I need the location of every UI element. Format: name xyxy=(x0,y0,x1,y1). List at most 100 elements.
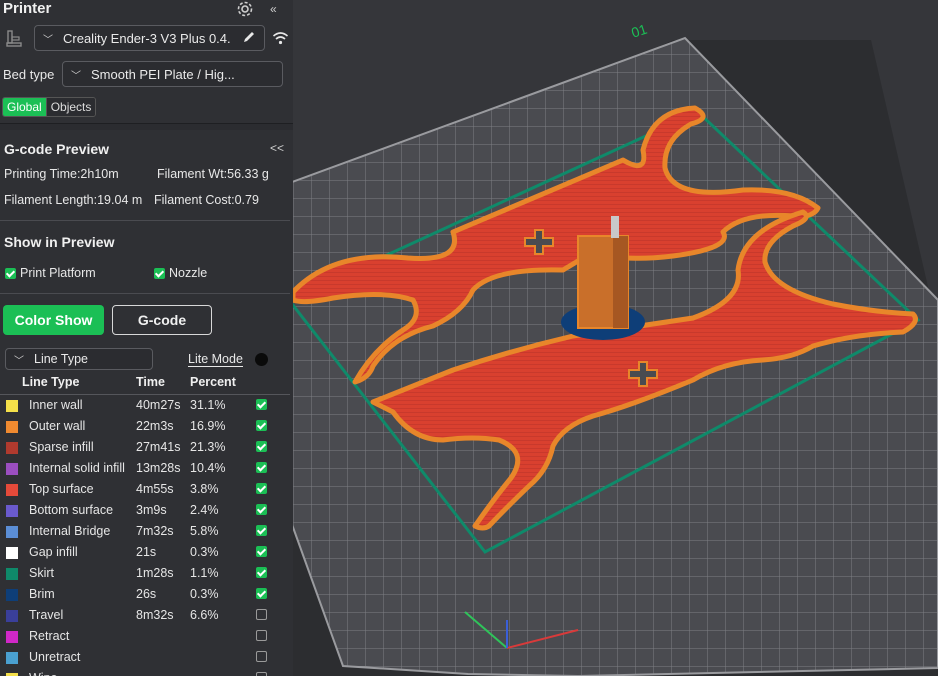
chevron-down-icon: ﹀ xyxy=(43,34,53,46)
line-type-name: Travel xyxy=(29,608,64,622)
lite-mode-toggle[interactable] xyxy=(255,353,268,366)
bed-type-select[interactable]: ﹀ Smooth PEI Plate / Hig... xyxy=(62,61,283,87)
table-row[interactable]: Inner wall 40m27s 31.1% xyxy=(0,395,293,416)
line-type-percent: 16.9% xyxy=(190,419,226,433)
col-header-line-type: Line Type xyxy=(22,375,80,389)
wifi-icon[interactable] xyxy=(272,30,289,46)
printer-section: Printer « ﹀ Creality Ender-3 V3 Plus 0.4… xyxy=(0,0,293,124)
line-type-percent: 31.1% xyxy=(190,398,226,412)
color-swatch xyxy=(6,484,18,496)
chevron-down-icon: ﹀ xyxy=(71,70,81,82)
line-type-percent: 10.4% xyxy=(190,461,226,475)
visibility-checkbox[interactable] xyxy=(256,525,267,536)
print-platform-checkbox[interactable] xyxy=(5,267,16,279)
gcode-preview-title: G-code Preview xyxy=(4,141,110,157)
col-header-time: Time xyxy=(136,375,165,389)
visibility-checkbox[interactable] xyxy=(256,672,267,676)
visibility-checkbox[interactable] xyxy=(256,441,267,452)
view-type-value: Line Type xyxy=(34,352,88,366)
line-type-name: Bottom surface xyxy=(29,503,114,517)
table-row[interactable]: Gap infill 21s 0.3% xyxy=(0,542,293,563)
edit-icon[interactable] xyxy=(242,30,256,44)
gear-icon[interactable] xyxy=(236,0,254,18)
print-platform-label: Print Platform xyxy=(20,266,96,280)
visibility-checkbox[interactable] xyxy=(256,399,267,410)
tower-spindle xyxy=(611,216,619,238)
visibility-checkbox[interactable] xyxy=(256,420,267,431)
table-row[interactable]: Top surface 4m55s 3.8% xyxy=(0,479,293,500)
visibility-checkbox[interactable] xyxy=(256,483,267,494)
visibility-checkbox[interactable] xyxy=(256,462,267,473)
visibility-checkbox[interactable] xyxy=(256,504,267,515)
line-type-time: 13m28s xyxy=(136,461,181,475)
nozzle-checkbox[interactable] xyxy=(154,267,165,279)
table-row[interactable]: Internal solid infill 13m28s 10.4% xyxy=(0,458,293,479)
line-type-name: Top surface xyxy=(29,482,94,496)
table-row[interactable]: Bottom surface 3m9s 2.4% xyxy=(0,500,293,521)
collapse-icon[interactable]: << xyxy=(270,141,284,155)
filament-length: Filament Length:19.04 m xyxy=(4,193,143,207)
print-platform-option[interactable]: Print Platform xyxy=(5,266,96,280)
printer-icon xyxy=(6,29,22,47)
line-type-name: Sparse infill xyxy=(29,440,94,454)
chevron-down-icon: ﹀ xyxy=(14,355,24,367)
color-swatch xyxy=(6,526,18,538)
global-objects-toggle: Global Objects xyxy=(2,97,97,117)
color-swatch xyxy=(6,568,18,580)
line-type-time: 7m32s xyxy=(136,524,174,538)
line-type-time: 21s xyxy=(136,545,157,559)
table-row[interactable]: Sparse infill 27m41s 21.3% xyxy=(0,437,293,458)
line-type-time: 3m9s xyxy=(136,503,167,517)
line-type-name: Unretract xyxy=(29,650,81,664)
color-swatch xyxy=(6,463,18,475)
collapse-icon[interactable]: « xyxy=(270,2,277,16)
visibility-checkbox[interactable] xyxy=(256,546,267,557)
visibility-checkbox[interactable] xyxy=(256,651,267,662)
tab-objects[interactable]: Objects xyxy=(45,98,96,116)
line-type-percent: 0.3% xyxy=(190,587,219,601)
lite-mode-label: Lite Mode xyxy=(188,352,243,367)
table-row[interactable]: Brim 26s 0.3% xyxy=(0,584,293,605)
nozzle-option[interactable]: Nozzle xyxy=(154,266,207,280)
table-row[interactable]: Skirt 1m28s 1.1% xyxy=(0,563,293,584)
view-type-select[interactable]: ﹀ Line Type xyxy=(5,348,153,370)
table-row[interactable]: Wipe xyxy=(0,668,293,676)
line-type-time: 40m27s xyxy=(136,398,181,412)
color-swatch xyxy=(6,421,18,433)
line-type-percent: 2.4% xyxy=(190,503,219,517)
visibility-checkbox[interactable] xyxy=(256,567,267,578)
printing-time: Printing Time:2h10m xyxy=(4,167,119,181)
printer-name: Creality Ender-3 V3 Plus 0.4. xyxy=(63,30,231,46)
filament-weight: Filament Wt:56.33 g xyxy=(157,167,269,181)
color-swatch xyxy=(6,505,18,517)
table-row[interactable]: Unretract xyxy=(0,647,293,668)
visibility-checkbox[interactable] xyxy=(256,630,267,641)
bed-type-label: Bed type xyxy=(3,67,55,82)
line-type-time: 4m55s xyxy=(136,482,174,496)
line-type-name: Inner wall xyxy=(29,398,83,412)
color-swatch xyxy=(6,631,18,643)
3d-viewport[interactable]: 01 xyxy=(293,0,938,676)
printer-section-title: Printer xyxy=(3,0,52,17)
table-row[interactable]: Internal Bridge 7m32s 5.8% xyxy=(0,521,293,542)
plate-label: 01 xyxy=(629,21,649,41)
table-row[interactable]: Outer wall 22m3s 16.9% xyxy=(0,416,293,437)
tab-global[interactable]: Global xyxy=(3,98,46,116)
line-type-time: 1m28s xyxy=(136,566,174,580)
table-row[interactable]: Retract xyxy=(0,626,293,647)
table-row[interactable]: Travel 8m32s 6.6% xyxy=(0,605,293,626)
color-show-button[interactable]: Color Show xyxy=(3,305,104,335)
col-header-percent: Percent xyxy=(190,375,236,389)
line-type-time: 26s xyxy=(136,587,157,601)
gcode-button[interactable]: G-code xyxy=(112,305,212,335)
left-sidebar: Printer « ﹀ Creality Ender-3 V3 Plus 0.4… xyxy=(0,0,293,676)
line-type-percent: 5.8% xyxy=(190,524,219,538)
visibility-checkbox[interactable] xyxy=(256,609,267,620)
divider xyxy=(0,293,290,294)
color-swatch xyxy=(6,547,18,559)
visibility-checkbox[interactable] xyxy=(256,588,267,599)
line-type-name: Skirt xyxy=(29,566,54,580)
color-swatch xyxy=(6,652,18,664)
printer-select[interactable]: ﹀ Creality Ender-3 V3 Plus 0.4. xyxy=(34,25,265,51)
line-type-percent: 21.3% xyxy=(190,440,226,454)
